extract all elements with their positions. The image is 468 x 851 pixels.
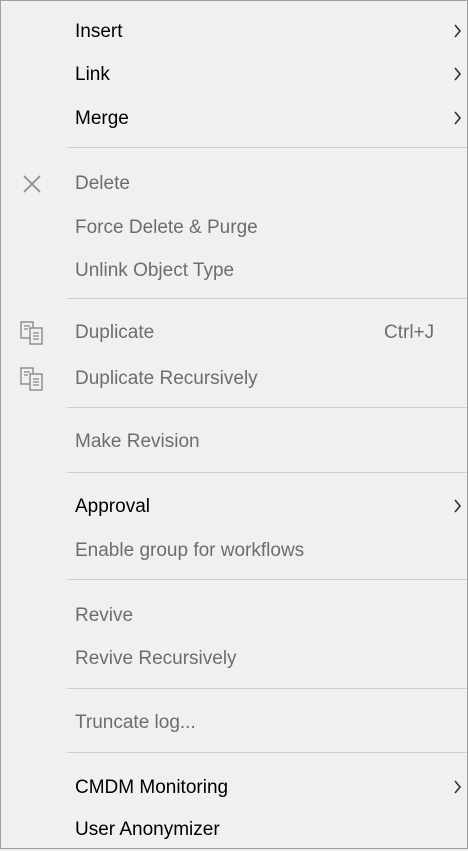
menu-item-enable-group-workflows[interactable]: Enable group for workflows (1, 529, 467, 572)
chevron-right-icon (454, 67, 462, 81)
menu-separator (67, 298, 467, 299)
menu-item-label: Revive Recursively (75, 648, 237, 669)
menu-separator (67, 579, 467, 580)
menu-item-label: Truncate log... (75, 712, 196, 733)
menu-item-label: Approval (75, 496, 150, 517)
menu-separator (67, 147, 467, 148)
close-x-icon (23, 175, 41, 193)
menu-item-truncate-log[interactable]: Truncate log... (1, 701, 467, 744)
duplicate-icon (20, 367, 43, 391)
duplicate-icon (20, 321, 43, 345)
menu-separator (67, 407, 467, 408)
shortcut-label: Ctrl+J (384, 322, 435, 343)
menu-item-insert[interactable]: Insert (1, 10, 467, 53)
menu-item-label: Revive (75, 605, 134, 626)
chevron-right-icon (454, 499, 462, 513)
menu-separator (67, 752, 467, 753)
menu-item-duplicate[interactable]: Duplicate Ctrl+J (1, 311, 467, 354)
menu-item-unlink-object-type[interactable]: Unlink Object Type (1, 249, 467, 292)
menu-separator (67, 688, 467, 689)
menu-item-label: Link (75, 64, 110, 85)
menu-item-duplicate-recursively[interactable]: Duplicate Recursively (1, 357, 467, 400)
menu-item-label: Enable group for workflows (75, 540, 305, 561)
chevron-right-icon (454, 24, 462, 38)
menu-item-make-revision[interactable]: Make Revision (1, 420, 467, 463)
chevron-right-icon (454, 111, 462, 125)
menu-item-delete[interactable]: Delete (1, 162, 467, 205)
menu-item-label: Duplicate Recursively (75, 368, 258, 389)
menu-item-label: Make Revision (75, 431, 200, 452)
menu-item-merge[interactable]: Merge (1, 97, 467, 140)
menu-item-user-anonymizer[interactable]: User Anonymizer (1, 808, 467, 851)
menu-item-force-delete-purge[interactable]: Force Delete & Purge (1, 206, 467, 249)
menu-item-revive[interactable]: Revive (1, 594, 467, 637)
menu-item-label: User Anonymizer (75, 819, 220, 840)
context-menu: Insert Link Merge Delete Force Delete & … (0, 0, 468, 849)
menu-item-label: CMDM Monitoring (75, 777, 229, 798)
menu-separator (67, 472, 467, 473)
menu-item-approval[interactable]: Approval (1, 485, 467, 528)
menu-item-label: Unlink Object Type (75, 260, 235, 281)
chevron-right-icon (454, 780, 462, 794)
menu-item-label: Duplicate (75, 322, 155, 343)
menu-item-cmdm-monitoring[interactable]: CMDM Monitoring (1, 766, 467, 809)
menu-item-label: Delete (75, 173, 130, 194)
menu-item-link[interactable]: Link (1, 53, 467, 96)
menu-item-label: Force Delete & Purge (75, 217, 258, 238)
menu-item-label: Insert (75, 21, 123, 42)
menu-item-revive-recursively[interactable]: Revive Recursively (1, 637, 467, 680)
menu-item-label: Merge (75, 108, 129, 129)
